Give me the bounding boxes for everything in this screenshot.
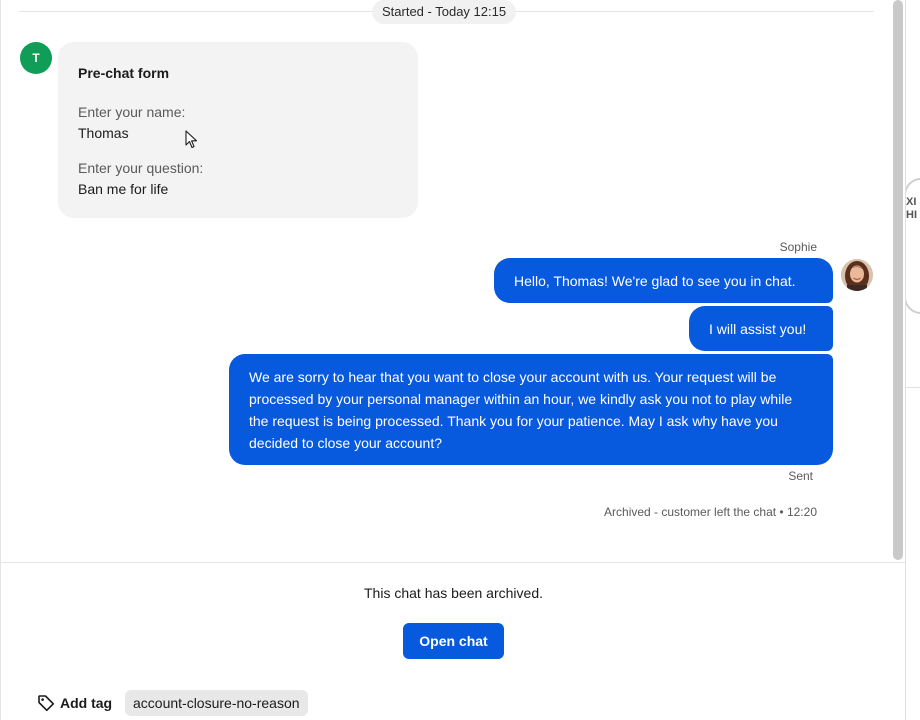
side-panel-edge: XI HI [905, 0, 920, 720]
message-sent-status: Sent [788, 469, 813, 483]
agent-message: Hello, Thomas! We're glad to see you in … [494, 258, 833, 303]
question-field-value: Ban me for life [78, 181, 169, 197]
agent-name: Sophie [779, 240, 817, 254]
agent-message: I will assist you! [689, 306, 833, 351]
chat-transcript: Started - Today 12:15 T Pre-chat form En… [0, 0, 905, 562]
open-chat-button[interactable]: Open chat [403, 623, 504, 659]
agent-avatar [841, 259, 873, 291]
name-field-value: Thomas [78, 125, 129, 141]
add-tag-button[interactable]: Add tag [37, 691, 112, 715]
logo-badge-icon: XI HI [906, 178, 920, 314]
tag-chip[interactable]: account-closure-no-reason [125, 690, 308, 716]
agent-message: We are sorry to hear that you want to cl… [229, 354, 833, 465]
chat-scrollbar[interactable] [893, 0, 903, 560]
question-field-label: Enter your question: [78, 160, 204, 176]
chat-footer: This chat has been archived. Open chat A… [0, 562, 905, 720]
customer-avatar: T [20, 42, 52, 74]
scrollbar-thumb[interactable] [893, 0, 903, 560]
prechat-form-card: Pre-chat form Enter your name: Thomas En… [58, 42, 418, 218]
archived-notice: This chat has been archived. [364, 585, 543, 601]
add-tag-label: Add tag [60, 695, 113, 711]
tag-icon [38, 695, 55, 712]
prechat-title: Pre-chat form [78, 65, 170, 81]
archived-event-label: Archived - customer left the chat • 12:2… [604, 505, 817, 519]
mouse-pointer-icon [185, 130, 198, 149]
chat-started-label: Started - Today 12:15 [372, 0, 517, 24]
side-divider [906, 387, 920, 388]
name-field-label: Enter your name: [78, 104, 186, 120]
